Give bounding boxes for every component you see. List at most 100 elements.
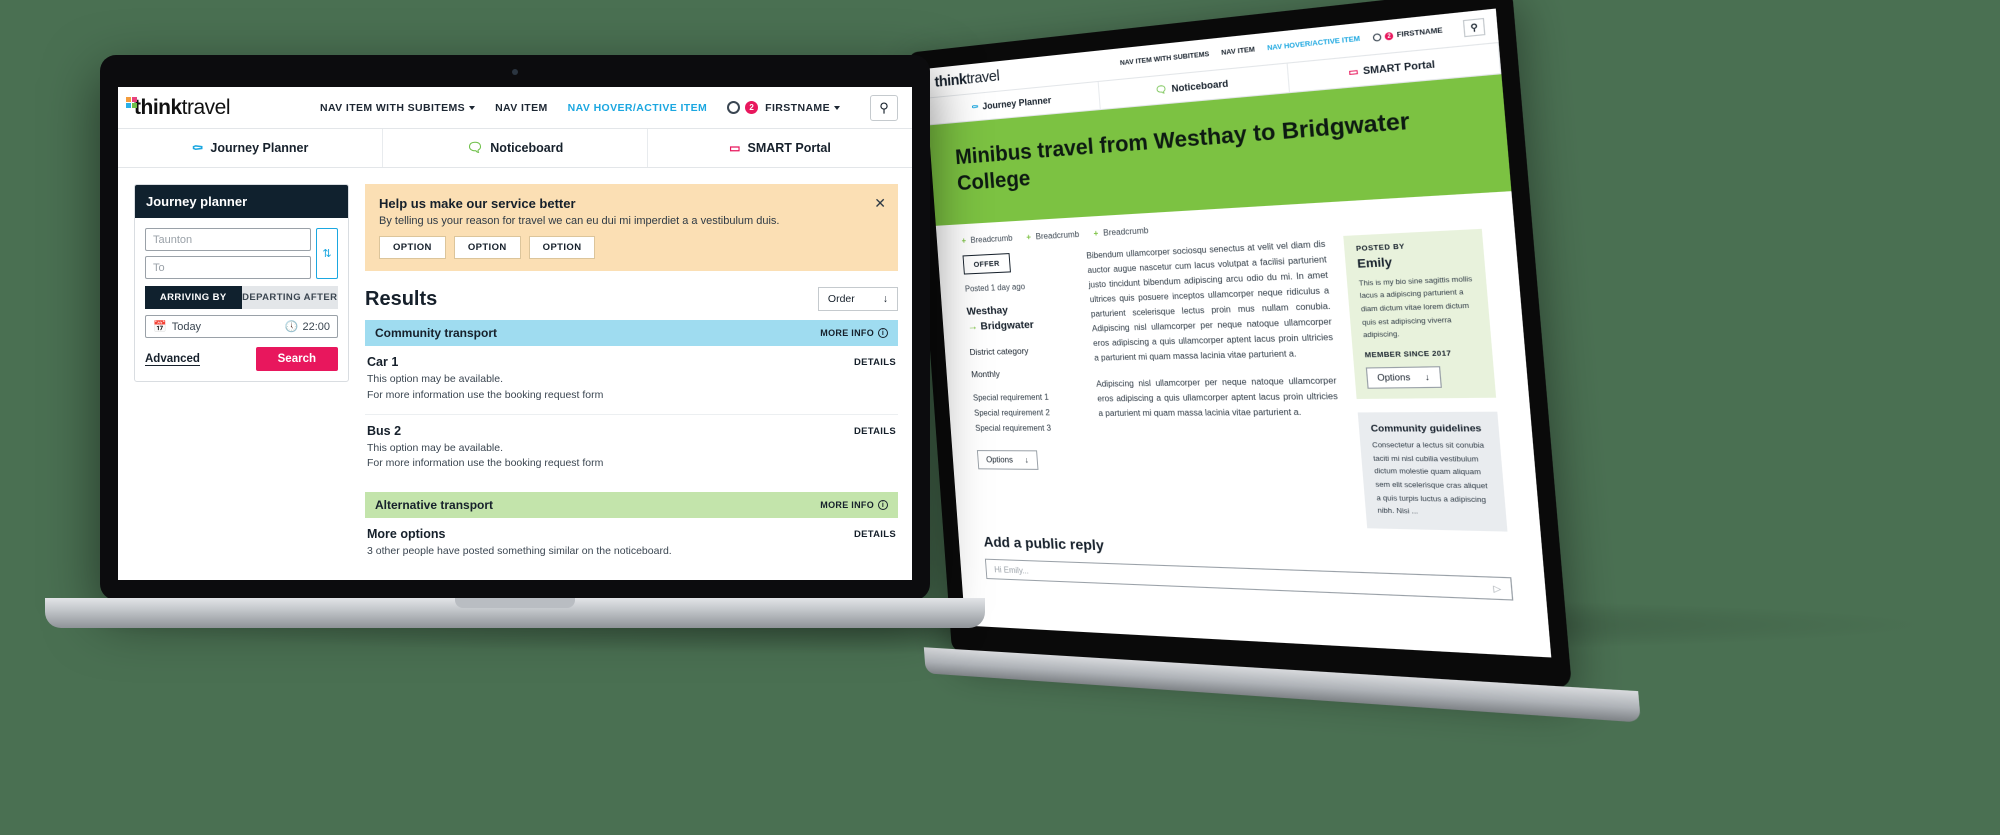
send-icon[interactable]: ▷: [1493, 583, 1502, 594]
front-laptop-bezel: think travel NAV ITEM WITH SUBITEMS NAV I…: [100, 55, 930, 600]
nav-item[interactable]: NAV ITEM: [495, 102, 548, 114]
advanced-link[interactable]: Advanced: [145, 353, 200, 366]
guidelines-body: Consectetur a lectus sit conubia taciti …: [1371, 441, 1488, 517]
result-option-row[interactable]: DETAILS Car 1 This option may be availab…: [365, 346, 898, 415]
signpost-icon: ⚰: [191, 139, 204, 156]
posted-meta: Posted 1 day ago: [964, 281, 1026, 294]
front-nav: NAV ITEM WITH SUBITEMS NAV ITEM NAV HOVE…: [320, 94, 898, 121]
more-info-button[interactable]: MORE INFO i: [820, 328, 888, 338]
tab-label: Noticeboard: [490, 141, 564, 155]
result-option-row[interactable]: DETAILS Bus 2 This option may be availab…: [365, 415, 898, 483]
promo-option-1[interactable]: OPTION: [453, 236, 521, 259]
rear-tab-label: Journey Planner: [982, 94, 1052, 112]
origin-destination-row: Taunton To ⇅: [145, 228, 338, 279]
rear-nav-item-2[interactable]: NAV HOVER/ACTIVE ITEM: [1267, 35, 1361, 52]
nav-hover-active-item[interactable]: NAV HOVER/ACTIVE ITEM: [568, 102, 707, 114]
rear-search-icon[interactable]: ⚲: [1462, 17, 1486, 38]
details-link[interactable]: DETAILS: [854, 426, 896, 437]
author-name: Emily: [1356, 255, 1393, 271]
rear-account-name: FIRSTNAME: [1396, 26, 1444, 40]
search-submit-button[interactable]: Search: [255, 347, 338, 371]
rear-post-layout: OFFER Posted 1 day ago Westhay → Bridgwa…: [938, 227, 1542, 549]
route-summary: Westhay → Bridgwater: [966, 300, 1076, 335]
promo-body: By telling us your reason for travel we …: [379, 215, 780, 227]
account-menu[interactable]: 2 FIRSTNAME: [727, 101, 840, 114]
calendar-icon: 📅: [153, 321, 167, 333]
search-button[interactable]: ⚲: [870, 94, 898, 121]
option-name: More options: [367, 527, 446, 541]
pinwheel-icon: [126, 96, 137, 108]
chevron-down-icon: ↓: [1024, 455, 1029, 466]
user-avatar-icon: [727, 101, 741, 114]
account-name[interactable]: FIRSTNAME: [765, 102, 840, 114]
breadcrumb-item-0[interactable]: + Breadcrumb: [961, 233, 1013, 245]
tab-label: Journey Planner: [210, 141, 309, 155]
category-label: District category: [969, 345, 1029, 358]
rear-nav-item-1[interactable]: NAV ITEM: [1221, 46, 1255, 57]
departing-after-option[interactable]: DEPARTING AFTER: [241, 286, 338, 309]
close-icon[interactable]: ✕: [874, 195, 886, 212]
rear-laptop-bezel: thinktravel NAV ITEM WITH SUBITEMS NAV I…: [908, 0, 1573, 690]
author-options-button[interactable]: Options ↓: [1365, 366, 1442, 389]
breadcrumb-item-1[interactable]: + Breadcrumb: [1026, 229, 1080, 241]
card-icon: ▭: [1347, 65, 1359, 78]
search-icon: ⚲: [879, 99, 889, 115]
chevron-down-icon: ↓: [1424, 371, 1430, 383]
swap-button[interactable]: ⇅: [316, 228, 338, 279]
journey-planner-form: Taunton To ⇅ ARRIVING BY DEPARTING AFTER…: [135, 218, 348, 381]
requirements-list: Special requirement 1 Special requiremen…: [973, 390, 1084, 436]
chevron-down-icon: [469, 105, 476, 110]
section-community-transport: Community transport MORE INFO i: [365, 320, 898, 346]
from-input[interactable]: Taunton: [145, 228, 311, 251]
promo-title: Help us make our service better: [379, 196, 576, 211]
rear-avatar-icon: [1372, 33, 1382, 42]
hero-composition: thinktravel NAV ITEM WITH SUBITEMS NAV I…: [0, 0, 2000, 835]
reply-placeholder: Hi Emily...: [993, 564, 1030, 576]
sort-down-icon: ↓: [882, 293, 888, 305]
front-topbar: think travel NAV ITEM WITH SUBITEMS NAV I…: [118, 87, 912, 129]
tab-journey-planner[interactable]: ⚰ Journey Planner: [118, 129, 383, 167]
rear-account[interactable]: 2 FIRSTNAME: [1372, 26, 1444, 42]
post-options-button[interactable]: Options ↓: [976, 450, 1039, 471]
tab-label: SMART Portal: [747, 141, 831, 155]
journey-planner-card: Journey planner Taunton To ⇅ ARRIVING BY…: [134, 184, 349, 382]
front-app: think travel NAV ITEM WITH SUBITEMS NAV I…: [118, 87, 912, 580]
post-paragraph: Bibendum ullamcorper sociosqu senectus a…: [1086, 238, 1334, 363]
details-link[interactable]: DETAILS: [854, 357, 896, 368]
option-line-2: For more information use the booking req…: [367, 388, 604, 401]
plus-icon: +: [1093, 228, 1099, 238]
order-label: Order: [827, 293, 855, 305]
order-dropdown[interactable]: Order ↓: [817, 287, 898, 311]
promo-option-0[interactable]: OPTION: [379, 236, 446, 259]
tab-smart-portal[interactable]: ▭ SMART Portal: [648, 129, 912, 167]
option-line-1: This option may be available.: [367, 441, 503, 454]
guidelines-title: Community guidelines: [1370, 422, 1482, 434]
details-link[interactable]: DETAILS: [854, 529, 896, 540]
section-title: Alternative transport: [375, 498, 494, 512]
result-option-row[interactable]: DETAILS More options 3 other people have…: [365, 518, 898, 570]
rear-post-body: Bibendum ullamcorper sociosqu senectus a…: [1086, 236, 1349, 528]
option-line-1: This option may be available.: [367, 373, 503, 385]
rear-logo[interactable]: thinktravel: [934, 67, 1000, 91]
breadcrumb-item-2[interactable]: + Breadcrumb: [1093, 225, 1149, 238]
reply-input[interactable]: Hi Emily... ▷: [984, 558, 1514, 601]
signpost-icon: ⚰: [970, 101, 979, 112]
plus-icon: +: [961, 235, 967, 245]
author-card: POSTED BY Emily This is my bio sine sagi…: [1343, 228, 1497, 399]
nav-item-with-subitems[interactable]: NAV ITEM WITH SUBITEMS: [320, 102, 476, 114]
arriving-by-option[interactable]: ARRIVING BY: [145, 286, 242, 309]
front-main: Journey planner Taunton To ⇅ ARRIVING BY…: [118, 168, 912, 580]
webcam-icon: [512, 69, 518, 75]
promo-option-2[interactable]: OPTION: [528, 236, 596, 259]
feedback-promo-banner: ✕ Help us make our service better By tel…: [365, 184, 898, 271]
front-logo[interactable]: think travel: [126, 96, 231, 120]
rear-nav-item-0[interactable]: NAV ITEM WITH SUBITEMS: [1120, 51, 1210, 67]
promo-options: OPTION OPTION OPTION: [379, 236, 884, 259]
route-to: Bridgwater: [980, 318, 1035, 333]
more-info-button[interactable]: MORE INFO i: [820, 500, 888, 510]
to-input[interactable]: To: [145, 256, 311, 279]
journey-planner-actions: Advanced Search: [145, 347, 338, 371]
community-transport-list: DETAILS Car 1 This option may be availab…: [365, 346, 898, 482]
date-time-field[interactable]: 📅 Today 🕔 22:00: [145, 315, 338, 338]
tab-noticeboard[interactable]: 🗨 Noticeboard: [383, 129, 648, 167]
